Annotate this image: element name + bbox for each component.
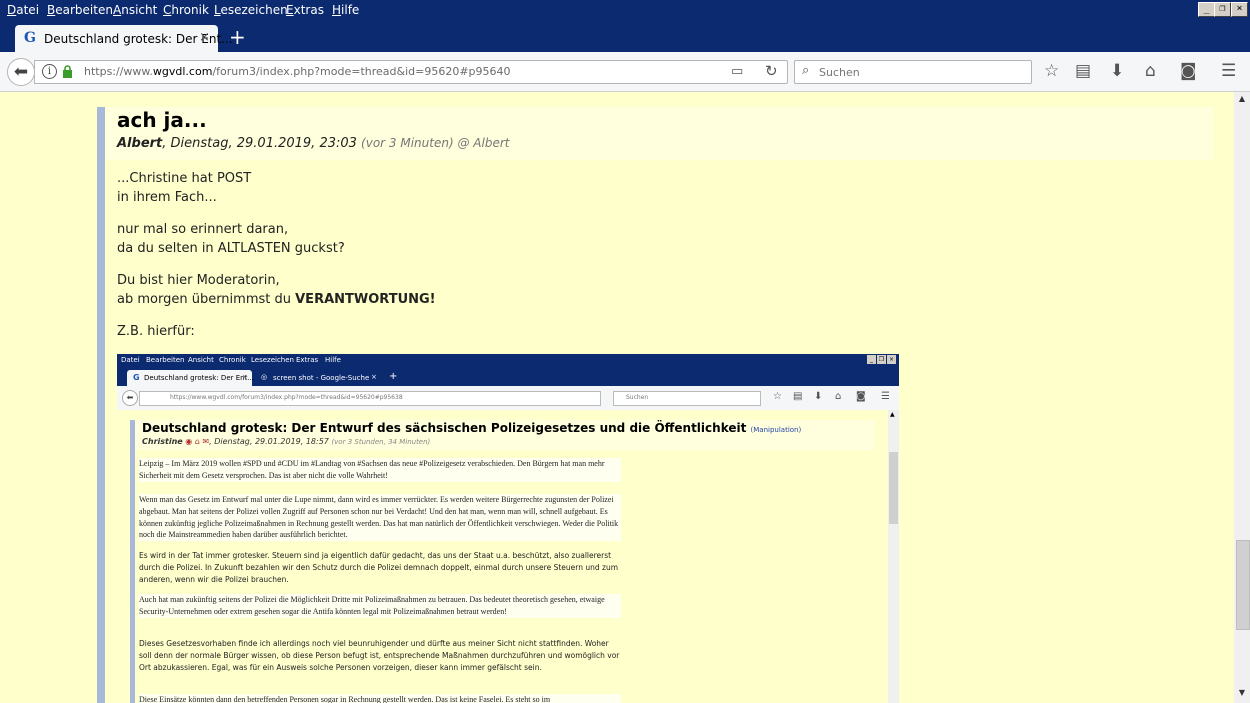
tab-close-icon[interactable]: ×	[199, 30, 210, 45]
shot-pocket-icon: ◙	[856, 391, 866, 402]
shot-back-icon: ⬅	[122, 390, 138, 406]
shot-url-bar: https://www.wgvdl.com/forum3/index.php?m…	[139, 391, 601, 406]
post-reply-to: @ Albert	[453, 136, 510, 150]
menu-bar: Datei Bearbeiten Ansicht Chronik Lesezei…	[0, 0, 1250, 21]
search-input[interactable]	[817, 63, 1021, 81]
hamburger-menu-icon[interactable]: ☰	[1221, 62, 1236, 80]
shot-close-icon: ×	[887, 355, 896, 364]
shot-scroll-thumb	[889, 452, 898, 524]
shot-tab-close-icon: ×	[242, 373, 248, 381]
post-line: ab morgen übernimmst du VERANTWORTUNG!	[117, 292, 436, 307]
post-author[interactable]: Albert	[117, 136, 162, 151]
scroll-down-icon[interactable]: ▼	[1236, 688, 1248, 700]
site-favicon-icon: G	[24, 30, 36, 46]
restore-icon[interactable]: ❐	[1214, 2, 1231, 17]
shot-menu-item: Lesezeichen	[251, 356, 294, 364]
search-bar[interactable]: ⌕	[794, 60, 1032, 84]
shot-paragraph: Diese Einsätze könnten dann den betreffe…	[139, 694, 621, 703]
url-bar[interactable]: i https://www.wgvdl.com/forum3/index.php…	[34, 60, 788, 84]
shot-paragraph: Leipzig – Im März 2019 wollen #SPD und #…	[139, 458, 621, 482]
shot-tab2-title: screen shot - Google-Suche	[273, 374, 370, 382]
bookmark-star-icon[interactable]: ☆	[1044, 62, 1059, 80]
lock-icon[interactable]	[62, 65, 73, 78]
shot-paragraph: Dieses Gesetzesvorhaben finde ich allerd…	[139, 639, 620, 672]
shot-user-icons: ◉ ⌂ ✉	[185, 437, 210, 446]
tab-active[interactable]: G Deutschland grotesk: Der Ent... ×	[15, 25, 233, 52]
post-meta: Albert, Dienstag, 29.01.2019, 23:03 (vor…	[117, 136, 509, 151]
arrow-left-icon: ⬅	[13, 62, 29, 82]
shot-restore-icon: ❐	[877, 355, 886, 364]
shot-tab2-close-icon: ×	[371, 373, 377, 381]
post-line: da du selten in ALTLASTEN guckst?	[117, 241, 345, 256]
bookmarks-library-icon[interactable]: ▤	[1075, 62, 1091, 80]
menu-hilfe[interactable]: Hilfe	[332, 3, 359, 17]
post-header	[105, 107, 1213, 160]
post-line: nur mal so erinnert daran,	[117, 222, 289, 237]
shot-post-tag: (Manipulation)	[750, 426, 802, 434]
shot-home-icon: ⌂	[835, 391, 842, 402]
shot-menu-item: Hilfe	[325, 356, 341, 364]
shot-post-meta: Christine ◉ ⌂ ✉, Dienstag, 29.01.2019, 1…	[142, 437, 431, 446]
post-line: Du bist hier Moderatorin,	[117, 273, 280, 288]
search-icon: ⌕	[802, 63, 810, 78]
post-line: ...Christine hat POST	[117, 171, 252, 186]
post-date: , Dienstag, 29.01.2019, 23:03	[162, 136, 362, 151]
shot-scroll-up-icon: ▲	[890, 411, 895, 418]
shot-tab-2: ◎ screen shot - Google-Suche × +	[255, 370, 397, 386]
menu-datei[interactable]: Datei	[7, 3, 39, 17]
shot-menu-item: Bearbeiten	[146, 356, 185, 364]
shot-menu-icon: ☰	[881, 391, 890, 402]
post-indent-bar	[97, 107, 105, 703]
menu-bearbeiten[interactable]: Bearbeiten	[47, 3, 113, 17]
shot-google-icon: ◎	[261, 373, 268, 381]
shot-post-title: Deutschland grotesk: Der Entwurf des säc…	[142, 421, 802, 435]
shot-favicon-icon: G	[133, 373, 140, 382]
shot-paragraph: Es wird in der Tat immer grotesker. Steu…	[139, 551, 619, 584]
shot-indent-bar	[130, 420, 135, 703]
post-age: (vor 3 Minuten)	[361, 136, 454, 150]
embedded-screenshot: Datei Bearbeiten Ansicht Chronik Lesezei…	[117, 354, 899, 703]
close-window-icon[interactable]: ×	[1231, 2, 1248, 17]
shot-menu-bar: Datei Bearbeiten Ansicht Chronik Lesezei…	[117, 354, 899, 367]
reader-view-icon[interactable]: ▭	[731, 64, 743, 79]
shot-menu-item: Extras	[296, 356, 319, 364]
menu-lesezeichen[interactable]: Lesezeichen	[214, 3, 288, 17]
post-emphasis: VERANTWORTUNG!	[295, 292, 436, 307]
shot-search-bar: Suchen	[613, 391, 761, 406]
shot-download-icon: ⬇	[814, 391, 823, 402]
shot-search-text: Suchen	[626, 394, 649, 401]
shot-menu-item: Datei	[121, 356, 140, 364]
post-line: Z.B. hierfür:	[117, 324, 195, 339]
download-icon[interactable]: ⬇	[1110, 62, 1124, 80]
shot-url-text: https://www.wgvdl.com/forum3/index.php?m…	[170, 394, 403, 401]
url-text[interactable]: https://www.wgvdl.com/forum3/index.php?m…	[84, 65, 511, 78]
back-button[interactable]: ⬅	[7, 58, 35, 86]
shot-new-tab-icon: +	[389, 371, 398, 382]
home-icon[interactable]: ⌂	[1145, 62, 1156, 80]
menu-extras[interactable]: Extras	[286, 3, 324, 17]
new-tab-button[interactable]: +	[229, 26, 246, 48]
shot-tab-title: Deutschland grotesk: Der Ent...	[144, 374, 255, 382]
shot-paragraph: Auch hat man zukünftig seitens der Poliz…	[139, 594, 621, 618]
shot-minimize-icon: _	[867, 355, 876, 364]
menu-chronik[interactable]: Chronik	[163, 3, 209, 17]
post-title: ach ja...	[117, 108, 207, 132]
shot-library-icon: ▤	[793, 391, 803, 402]
shot-tab-active: G Deutschland grotesk: Der Ent... ×	[127, 370, 255, 386]
shot-paragraph: Wenn man das Gesetz im Entwurf mal unter…	[139, 494, 621, 542]
shot-menu-item: Chronik	[219, 356, 246, 364]
shot-star-icon: ☆	[773, 391, 782, 402]
reload-icon[interactable]: ↻	[765, 62, 778, 80]
scroll-up-icon[interactable]: ▲	[1236, 94, 1248, 106]
shot-post-author: Christine	[142, 437, 183, 446]
minimize-icon[interactable]: _	[1198, 2, 1215, 17]
post-line: in ihrem Fach...	[117, 190, 217, 205]
site-info-icon[interactable]: i	[42, 64, 57, 79]
shot-menu-item: Ansicht	[188, 356, 214, 364]
scroll-thumb[interactable]	[1236, 540, 1250, 630]
pocket-icon[interactable]: ◙	[1180, 62, 1197, 80]
menu-ansicht[interactable]: Ansicht	[113, 3, 157, 17]
